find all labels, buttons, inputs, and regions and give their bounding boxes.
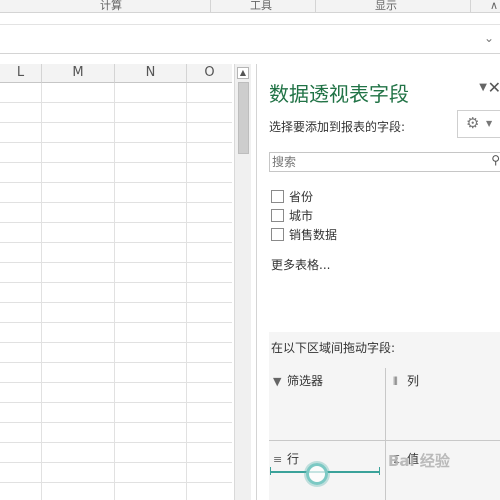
row-gridline [0, 142, 232, 143]
ribbon-group-tools: 工具 [250, 0, 272, 12]
field-checkbox[interactable] [271, 190, 284, 203]
field-search-input[interactable] [270, 153, 484, 171]
drag-cursor-ring [306, 463, 328, 485]
chevron-down-icon: ▼ [486, 119, 493, 128]
row-gridline [0, 382, 232, 383]
field-list-settings-button[interactable]: ⚙ ▼ [457, 110, 500, 138]
row-gridline [0, 162, 232, 163]
columns-area[interactable]: ⦀ 列 [393, 372, 419, 389]
column-gridline [114, 83, 115, 500]
column-gridline [41, 83, 42, 500]
field-checkbox[interactable] [271, 228, 284, 241]
scrollbar-thumb[interactable] [238, 82, 249, 154]
columns-icon: ⦀ [393, 375, 398, 388]
ribbon-separator [470, 0, 471, 12]
collapse-ribbon-icon[interactable]: ∧ [490, 0, 498, 11]
scroll-up-arrow-icon[interactable]: ▲ [237, 67, 249, 79]
expand-formula-bar-icon[interactable]: ⌄ [484, 31, 494, 45]
pivot-table-fields-pane: 数据透视表字段 ▼ ✕ 选择要添加到报表的字段: ⚙ ▼ ⚲ 省份 城市 销售数… [256, 64, 500, 500]
grid-cells[interactable] [0, 83, 232, 500]
field-label: 省份 [289, 190, 314, 204]
areas-divider [385, 368, 386, 500]
ribbon-group-show: 显示 [375, 0, 397, 12]
columns-area-label: 列 [407, 374, 420, 388]
row-gridline [0, 282, 232, 283]
row-gridline [0, 262, 232, 263]
baidu-jingyan-watermark: Bai 经验 [388, 452, 450, 470]
areas-caption: 在以下区域间拖动字段: [271, 341, 396, 355]
rows-area[interactable]: ≡ 行 [273, 450, 299, 467]
areas-divider [269, 440, 500, 441]
filters-area[interactable]: ▼ 筛选器 [273, 372, 323, 389]
field-label: 城市 [289, 209, 314, 223]
worksheet-grid[interactable]: L M N O [0, 64, 232, 500]
row-gridline [0, 322, 232, 323]
pane-title: 数据透视表字段 [269, 82, 409, 106]
close-icon[interactable]: ✕ [488, 78, 500, 97]
filters-area-label: 筛选器 [287, 374, 324, 388]
pane-subtitle: 选择要添加到报表的字段: [269, 120, 406, 134]
column-header-l[interactable]: L [0, 64, 42, 83]
ribbon-group-labels: 计算 工具 显示 ∧ [0, 0, 500, 13]
formula-bar[interactable]: ⌄ [0, 24, 500, 54]
column-header-o[interactable]: O [187, 64, 232, 83]
ribbon-separator [210, 0, 211, 12]
ribbon-group-calculate: 计算 [100, 0, 122, 12]
field-label: 销售数据 [289, 228, 338, 242]
drag-indicator-tick [379, 467, 380, 475]
row-gridline [0, 182, 232, 183]
ribbon-separator [315, 0, 316, 12]
rows-icon: ≡ [273, 453, 283, 466]
vertical-scrollbar[interactable]: ▲ [234, 64, 251, 500]
row-gridline [0, 342, 232, 343]
search-icon[interactable]: ⚲ [491, 153, 500, 167]
row-gridline [0, 302, 232, 303]
row-gridline [0, 482, 232, 483]
row-gridline [0, 442, 232, 443]
more-tables-link[interactable]: 更多表格... [271, 256, 330, 273]
filter-icon: ▼ [273, 375, 282, 388]
row-gridline [0, 422, 232, 423]
column-header-m[interactable]: M [42, 64, 115, 83]
row-gridline [0, 122, 232, 123]
row-gridline [0, 202, 232, 203]
row-gridline [0, 362, 232, 363]
pane-options-dropdown-icon[interactable]: ▼ [479, 82, 487, 93]
row-gridline [0, 462, 232, 463]
row-gridline [0, 222, 232, 223]
column-header-n[interactable]: N [115, 64, 187, 83]
row-gridline [0, 102, 232, 103]
field-search-box[interactable]: ⚲ [269, 152, 500, 172]
column-gridline [186, 83, 187, 500]
rows-area-label: 行 [287, 452, 300, 466]
field-checkbox[interactable] [271, 209, 284, 222]
row-gridline [0, 242, 232, 243]
gear-icon: ⚙ [466, 114, 480, 132]
row-gridline [0, 402, 232, 403]
